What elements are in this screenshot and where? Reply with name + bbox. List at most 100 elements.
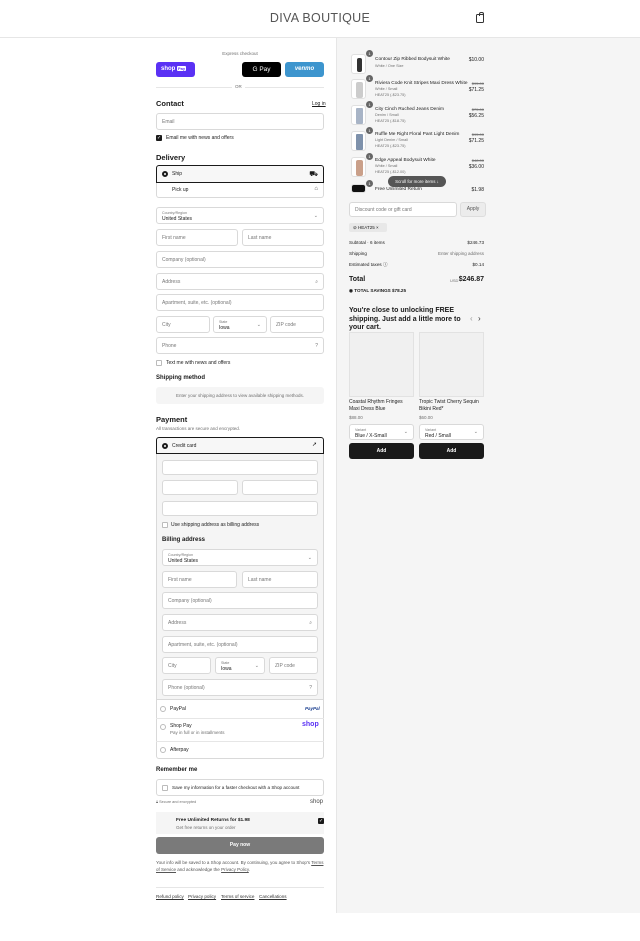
- afterpay-radio[interactable]: [160, 747, 166, 753]
- billing-city-placeholder: City: [168, 662, 177, 669]
- pickup-label: Pick up: [172, 187, 189, 193]
- billing-first-name-placeholder: First name: [168, 576, 192, 583]
- venmo-button[interactable]: venmo: [285, 62, 324, 77]
- item-old-price: $48.00: [471, 158, 484, 163]
- login-link[interactable]: Log in: [312, 101, 326, 107]
- address-field[interactable]: Address ⌕: [156, 273, 324, 290]
- afterpay-label[interactable]: Afterpay: [170, 747, 189, 753]
- billing-company-placeholder: Company (optional): [168, 597, 212, 604]
- city-field[interactable]: City: [156, 316, 210, 333]
- pay-now-button[interactable]: Pay now: [156, 837, 324, 854]
- billing-apartment-placeholder: Apartment, suite, etc. (optional): [168, 641, 238, 648]
- discount-tag: ⊘ HEAT25 ×: [349, 223, 387, 232]
- item-price: $1.98: [471, 187, 484, 193]
- billing-phone-field[interactable]: Phone (optional)?: [162, 679, 318, 696]
- country-select[interactable]: Country/Region United States ⌄: [156, 207, 324, 224]
- same-address-label: Use shipping address as billing address: [171, 522, 260, 528]
- upsell-product-name[interactable]: Tropic Twist Cherry Sequin Bikini Red*: [419, 399, 484, 413]
- truck-icon: ⛟: [309, 171, 318, 178]
- shop-pay-radio[interactable]: [160, 724, 166, 730]
- billing-zip-placeholder: ZIP code: [275, 662, 295, 669]
- total-label: Total: [349, 276, 366, 283]
- upsell-product-name[interactable]: Coastal Rhythm Fringes Maxi Dress Blue: [349, 399, 414, 413]
- pickup-option[interactable]: Pick up ⌂: [156, 183, 324, 198]
- save-info-option[interactable]: Save my information for a faster checkou…: [156, 779, 324, 796]
- returns-checkbox[interactable]: ✓: [318, 818, 324, 824]
- credit-card-option[interactable]: Credit card ➚: [156, 437, 324, 454]
- address-placeholder: Address: [162, 278, 181, 285]
- upsell-variant-select[interactable]: Variant Blue / X-Small ⌄: [349, 424, 414, 440]
- tag-icon: ⊘: [353, 225, 357, 230]
- privacy-link[interactable]: Privacy Policy: [221, 867, 249, 872]
- phone-field[interactable]: Phone?: [156, 337, 324, 354]
- card-name-field[interactable]: [162, 501, 318, 516]
- billing-city-field[interactable]: City: [162, 657, 211, 674]
- close-icon[interactable]: ×: [376, 225, 379, 230]
- discount-code-tag: HEAT25 (-$12.00): [375, 170, 406, 174]
- chevron-down-icon: ⌄: [256, 321, 261, 328]
- billing-zip-field[interactable]: ZIP code: [269, 657, 318, 674]
- card-cvv-field[interactable]: [242, 480, 318, 495]
- zip-placeholder: ZIP code: [276, 321, 296, 328]
- billing-apartment-field[interactable]: Apartment, suite, etc. (optional): [162, 636, 318, 653]
- apply-button[interactable]: Apply: [460, 202, 486, 217]
- state-select[interactable]: State Iowa ⌄: [213, 316, 267, 333]
- billing-country-select[interactable]: Country/Region United States ⌄: [162, 549, 318, 566]
- upsell-product-image[interactable]: [349, 332, 414, 397]
- text-news-checkbox[interactable]: [156, 360, 162, 366]
- upsell-variant-select[interactable]: Variant Red / Small ⌄: [419, 424, 484, 440]
- refund-policy-link[interactable]: Refund policy: [156, 894, 184, 899]
- last-name-field[interactable]: Last name: [242, 229, 324, 246]
- shopping-bag-icon[interactable]: [476, 12, 484, 23]
- ship-radio[interactable]: [162, 171, 168, 177]
- upsell-product-image[interactable]: [419, 332, 484, 397]
- card-expiry-field[interactable]: [162, 480, 238, 495]
- info-icon[interactable]: ⓘ: [383, 262, 388, 267]
- item-name: Ruffle Me Right Floral Pant Light Denim: [375, 132, 460, 137]
- billing-state-value: Iowa: [221, 666, 232, 672]
- shop-pay-button[interactable]: shop Pay: [156, 62, 195, 77]
- add-button[interactable]: Add: [349, 443, 414, 459]
- billing-company-field[interactable]: Company (optional): [162, 592, 318, 609]
- billing-state-select[interactable]: State Iowa ⌄: [215, 657, 265, 674]
- zip-field[interactable]: ZIP code: [270, 316, 324, 333]
- contact-title: Contact: [156, 99, 184, 108]
- terms-of-service-link[interactable]: Terms of service: [221, 894, 254, 899]
- news-checkbox[interactable]: ✓: [156, 135, 162, 141]
- add-button[interactable]: Add: [419, 443, 484, 459]
- variant-value: Blue / X-Small: [355, 433, 387, 439]
- item-price: $56.25: [468, 113, 484, 119]
- scroll-hint-pill[interactable]: Scroll for more items ↓: [388, 176, 446, 187]
- card-number-field[interactable]: [162, 460, 318, 475]
- privacy-policy-link[interactable]: Privacy policy: [188, 894, 216, 899]
- credit-card-radio[interactable]: [162, 443, 168, 449]
- company-field[interactable]: Company (optional): [156, 251, 324, 268]
- google-pay-button[interactable]: G Pay: [242, 62, 281, 77]
- help-icon[interactable]: ?: [315, 343, 318, 349]
- taxes-label-text: Estimated taxes: [349, 262, 382, 267]
- ship-option[interactable]: Ship ⛟: [156, 165, 324, 183]
- shop-pay-label[interactable]: Shop Pay: [170, 723, 192, 729]
- chevron-right-icon[interactable]: ›: [478, 314, 481, 323]
- discount-input[interactable]: Discount code or gift card: [349, 202, 457, 217]
- paypal-label[interactable]: PayPal: [170, 706, 186, 712]
- help-icon[interactable]: ?: [309, 685, 312, 691]
- chevron-left-icon[interactable]: ‹: [470, 314, 473, 323]
- brand-logo[interactable]: DIVA BOUTIQUE: [0, 11, 640, 25]
- legal-text-2: and acknowledge the: [177, 867, 220, 872]
- first-name-field[interactable]: First name: [156, 229, 238, 246]
- item-name: Free Unlimited Return: [375, 187, 422, 192]
- save-info-checkbox[interactable]: [162, 785, 168, 791]
- product-image: [351, 184, 366, 193]
- billing-first-name-field[interactable]: First name: [162, 571, 237, 588]
- quantity-badge: 1: [366, 180, 373, 187]
- discount-code-tag: HEAT25 (-$23.75): [375, 93, 406, 97]
- paypal-radio[interactable]: [160, 706, 166, 712]
- billing-last-name-field[interactable]: Last name: [242, 571, 318, 588]
- upsell-product-price: $88.00: [349, 415, 363, 420]
- email-field[interactable]: Email: [156, 113, 324, 130]
- apartment-field[interactable]: Apartment, suite, etc. (optional): [156, 294, 324, 311]
- billing-address-field[interactable]: Address ⌕: [162, 614, 318, 631]
- cancellations-link[interactable]: Cancellations: [259, 894, 287, 899]
- same-address-checkbox[interactable]: [162, 522, 168, 528]
